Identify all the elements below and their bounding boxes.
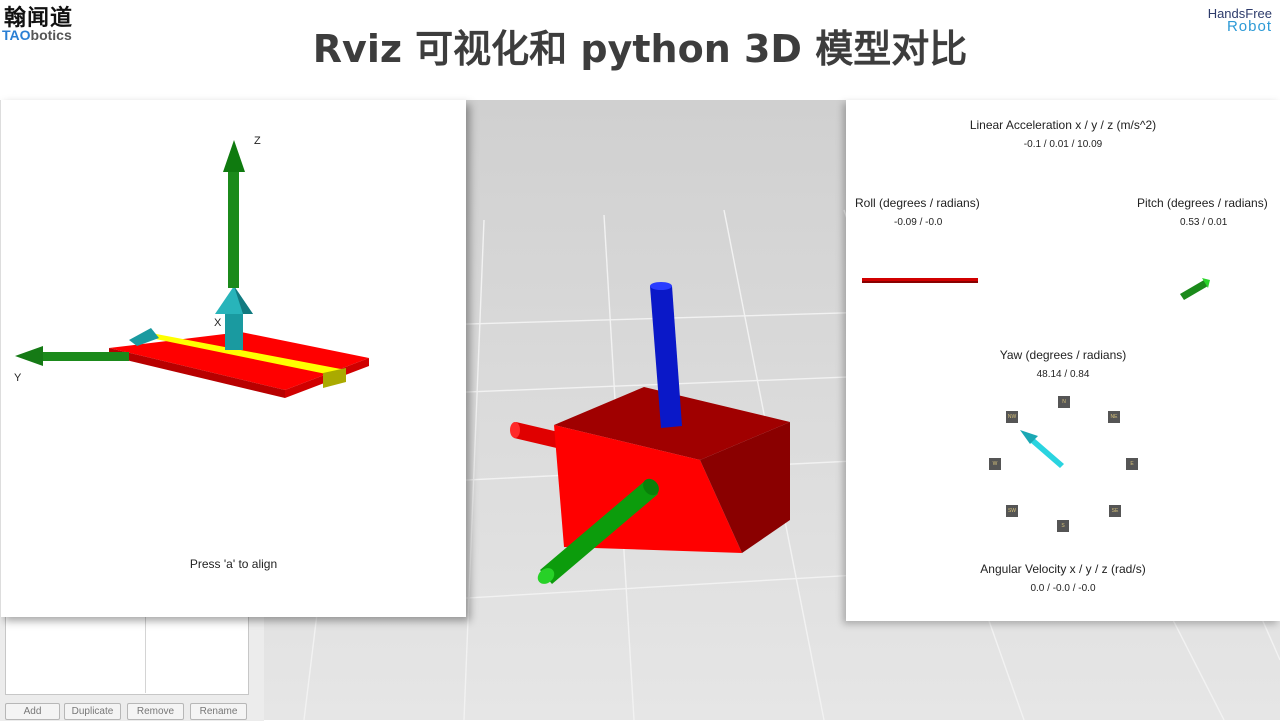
python-imu-window[interactable]: Linear Acceleration x / y / z (m/s^2) -0… <box>846 100 1280 621</box>
compass-n: N <box>1058 396 1070 408</box>
z-axis-label: Z <box>254 135 261 147</box>
python-axes-scene <box>15 140 369 398</box>
angular-vel-label: Angular Velocity x / y / z (rad/s) <box>980 562 1146 576</box>
compass-se: SE <box>1109 505 1121 517</box>
pitch-indicator <box>1180 278 1210 300</box>
x-axis-label: X <box>214 317 222 329</box>
compass-w: W <box>989 458 1001 470</box>
python-3d-axes-window[interactable]: Z X Y Press 'a' to align <box>0 100 466 617</box>
imu-graphics <box>862 278 1210 468</box>
compass-s: S <box>1057 520 1069 532</box>
compass-nw: NW <box>1006 411 1018 423</box>
slide-title: Rviz 可视化和 python 3D 模型对比 <box>312 27 968 71</box>
brand-robot: Robot <box>1226 18 1272 35</box>
remove-button[interactable]: Remove <box>127 703 184 720</box>
duplicate-button[interactable]: Duplicate <box>64 703 121 720</box>
align-hint: Press 'a' to align <box>189 557 278 571</box>
y-axis-label: Y <box>14 372 22 384</box>
angular-vel-value: 0.0 / -0.0 / -0.0 <box>1030 583 1096 594</box>
rename-button[interactable]: Rename <box>190 703 247 720</box>
rviz-panel-divider <box>145 615 146 693</box>
compass-ne: NE <box>1108 411 1120 423</box>
z-axis-arrow <box>223 140 245 288</box>
compass-sw: SW <box>1006 505 1018 517</box>
add-button[interactable]: Add <box>5 703 60 720</box>
roll-indicator <box>862 278 978 283</box>
yaw-arrow <box>1020 430 1064 468</box>
rviz-displays-list[interactable] <box>5 615 249 695</box>
compass-e: E <box>1126 458 1138 470</box>
